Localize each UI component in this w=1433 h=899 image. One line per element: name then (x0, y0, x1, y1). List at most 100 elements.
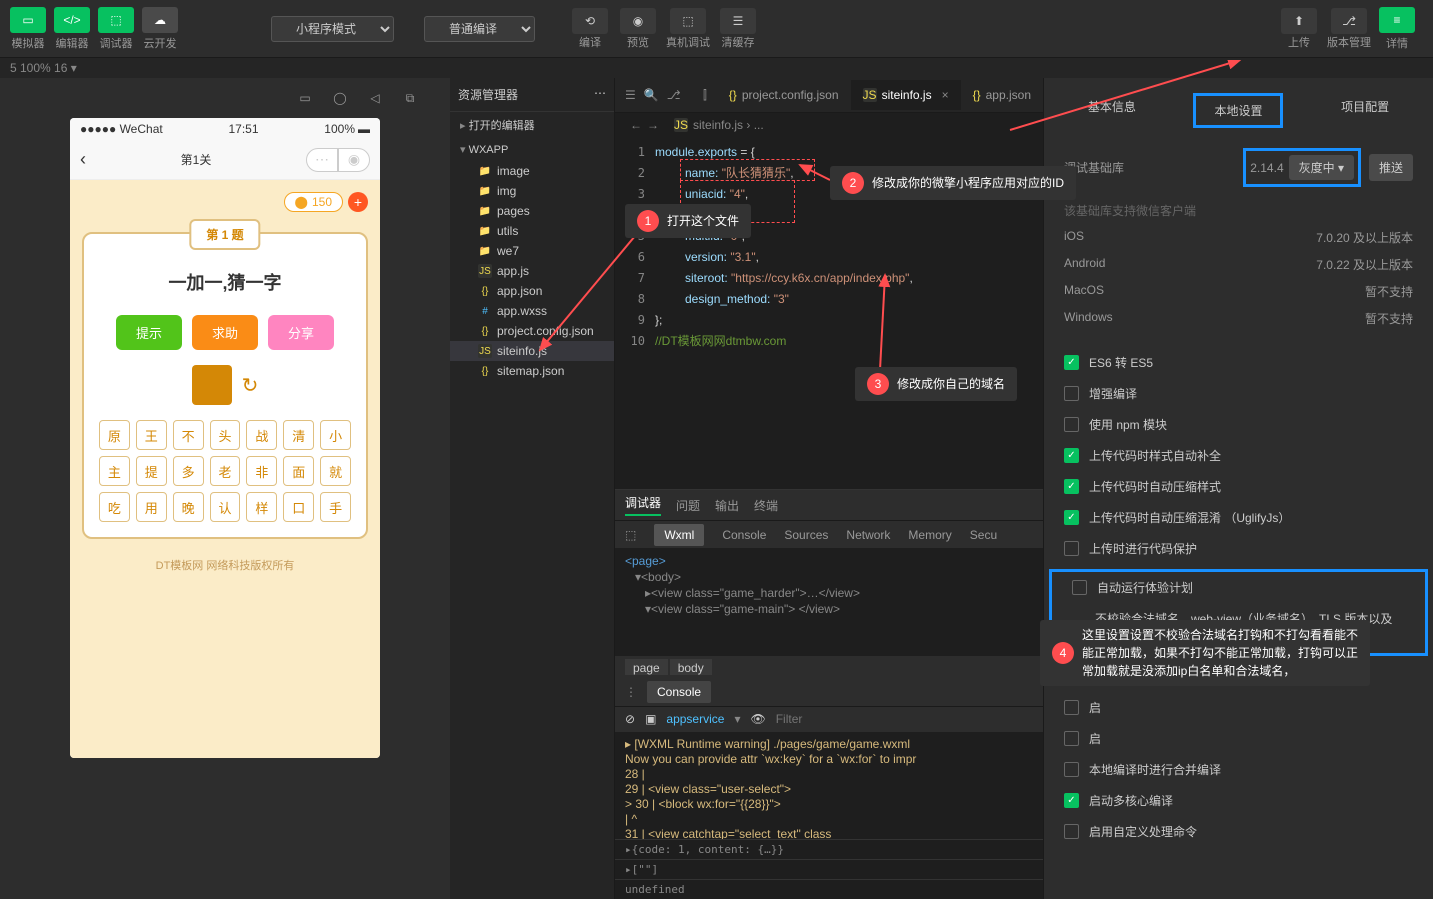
devtab-network[interactable]: Network (846, 528, 890, 542)
preview-icon[interactable]: ◉ (620, 8, 656, 34)
dbg-tab-output[interactable]: 输出 (715, 497, 739, 514)
checkbox[interactable]: ✓ (1064, 510, 1079, 525)
details-icon[interactable]: ≡ (1379, 7, 1415, 33)
open-editors-section[interactable]: 打开的编辑器 (450, 112, 614, 138)
inspect-icon[interactable]: ⬚ (625, 528, 636, 542)
checkbox[interactable]: ✓ (1064, 448, 1079, 463)
capsule-menu[interactable]: ⋯ (306, 148, 338, 172)
file-item[interactable]: 📁img (450, 181, 614, 201)
char-cell[interactable]: 小 (320, 420, 351, 450)
char-cell[interactable]: 认 (210, 492, 241, 522)
char-cell[interactable]: 头 (210, 420, 241, 450)
file-item[interactable]: #app.wxss (450, 301, 614, 321)
push-button[interactable]: 推送 (1369, 154, 1413, 181)
element-path[interactable]: pagebody (615, 656, 1043, 678)
context-icon[interactable]: ▣ (645, 712, 656, 726)
search-icon[interactable]: 🔍 (644, 88, 659, 102)
char-cell[interactable]: 王 (136, 420, 167, 450)
editor-button[interactable]: </> (54, 7, 90, 33)
capsule-close[interactable]: ◉ (338, 148, 370, 172)
char-cell[interactable]: 老 (210, 456, 241, 486)
nav-back-icon[interactable]: ← (630, 118, 642, 132)
file-item[interactable]: 📁utils (450, 221, 614, 241)
editor-tab[interactable]: {}project.config.json (717, 80, 851, 110)
char-cell[interactable]: 战 (246, 420, 277, 450)
devtab-memory[interactable]: Memory (908, 528, 951, 542)
checkbox[interactable] (1064, 417, 1079, 432)
checkbox[interactable] (1064, 762, 1079, 777)
file-item[interactable]: 📁we7 (450, 241, 614, 261)
checkbox[interactable] (1064, 386, 1079, 401)
char-cell[interactable]: 用 (136, 492, 167, 522)
file-item[interactable]: {}sitemap.json (450, 361, 614, 381)
checkbox[interactable] (1072, 580, 1087, 595)
add-coins-button[interactable]: + (348, 192, 368, 212)
devtab-wxml[interactable]: Wxml (654, 524, 704, 546)
hint-button[interactable]: 提示 (116, 315, 182, 350)
answer-slot[interactable] (192, 365, 232, 405)
refresh-icon[interactable]: ↻ (242, 373, 259, 398)
checkbox[interactable]: ✓ (1064, 479, 1079, 494)
cloud-button[interactable]: ☁ (142, 7, 178, 33)
char-cell[interactable]: 吃 (99, 492, 130, 522)
char-cell[interactable]: 手 (320, 492, 351, 522)
file-item[interactable]: {}app.json (450, 281, 614, 301)
devtab-security[interactable]: Secu (970, 528, 997, 542)
compile-select[interactable]: 普通编译 (424, 16, 535, 42)
branch-icon[interactable]: ⎇ (667, 88, 681, 102)
tab-local-settings[interactable]: 本地设置 (1193, 93, 1283, 128)
file-item[interactable]: JSapp.js (450, 261, 614, 281)
console-tab[interactable]: Console (647, 681, 711, 703)
devtab-console[interactable]: Console (722, 528, 766, 542)
clear-console-icon[interactable]: ⊘ (625, 712, 635, 726)
split-icon[interactable]: ⫿ (693, 88, 717, 103)
project-section[interactable]: WXAPP (450, 138, 614, 161)
wxml-tree[interactable]: <page> ▾<body> ▸<view class="game_harder… (615, 548, 1043, 656)
char-cell[interactable]: 多 (173, 456, 204, 486)
compile-icon[interactable]: ⟲ (572, 8, 608, 34)
remote-debug-icon[interactable]: ⬚ (670, 8, 706, 34)
dbg-tab-terminal[interactable]: 终端 (754, 497, 778, 514)
simulator-button[interactable]: ▭ (10, 7, 46, 33)
sim-mute-icon[interactable]: ◁ (365, 88, 385, 108)
help-button[interactable]: 求助 (192, 315, 258, 350)
share-button[interactable]: 分享 (268, 315, 334, 350)
dbg-tab-problems[interactable]: 问题 (676, 497, 700, 514)
checkbox[interactable]: ✓ (1064, 793, 1079, 808)
tab-basic-info[interactable]: 基本信息 (1078, 93, 1146, 128)
console-drawer-icon[interactable]: ⋮ (625, 685, 637, 699)
devtab-sources[interactable]: Sources (784, 528, 828, 542)
mode-select[interactable]: 小程序模式 (271, 16, 394, 42)
explorer-more-icon[interactable]: ⋯ (594, 86, 606, 103)
char-cell[interactable]: 就 (320, 456, 351, 486)
checkbox[interactable]: ✓ (1064, 355, 1079, 370)
eye-icon[interactable]: 👁 (750, 712, 765, 726)
editor-tab[interactable]: JSsiteinfo.js× (851, 80, 961, 110)
char-cell[interactable]: 口 (283, 492, 314, 522)
char-cell[interactable]: 面 (283, 456, 314, 486)
breadcrumb[interactable]: ← → JS siteinfo.js › ... (615, 113, 1043, 137)
sim-device-icon[interactable]: ▭ (295, 88, 315, 108)
char-cell[interactable]: 原 (99, 420, 130, 450)
coin-badge[interactable]: ⬤150 (284, 192, 343, 212)
filter-input[interactable] (776, 712, 931, 726)
checkbox[interactable] (1064, 541, 1079, 556)
version-icon[interactable]: ⎇ (1331, 8, 1367, 34)
checkbox[interactable] (1064, 824, 1079, 839)
upload-icon[interactable]: ⬆ (1281, 8, 1317, 34)
nav-fwd-icon[interactable]: → (647, 118, 659, 132)
file-item[interactable]: 📁image (450, 161, 614, 181)
char-cell[interactable]: 清 (283, 420, 314, 450)
char-cell[interactable]: 非 (246, 456, 277, 486)
editor-tab[interactable]: {}app.json (961, 80, 1043, 110)
char-cell[interactable]: 晚 (173, 492, 204, 522)
char-cell[interactable]: 提 (136, 456, 167, 486)
checkbox[interactable] (1064, 731, 1079, 746)
file-item[interactable]: JSsiteinfo.js (450, 341, 614, 361)
char-cell[interactable]: 主 (99, 456, 130, 486)
dbg-tab-debugger[interactable]: 调试器 (625, 494, 661, 516)
tab-project-config[interactable]: 项目配置 (1331, 93, 1399, 128)
char-cell[interactable]: 样 (246, 492, 277, 522)
version-select[interactable]: 灰度中 ▾ (1289, 155, 1354, 180)
char-cell[interactable]: 不 (173, 420, 204, 450)
